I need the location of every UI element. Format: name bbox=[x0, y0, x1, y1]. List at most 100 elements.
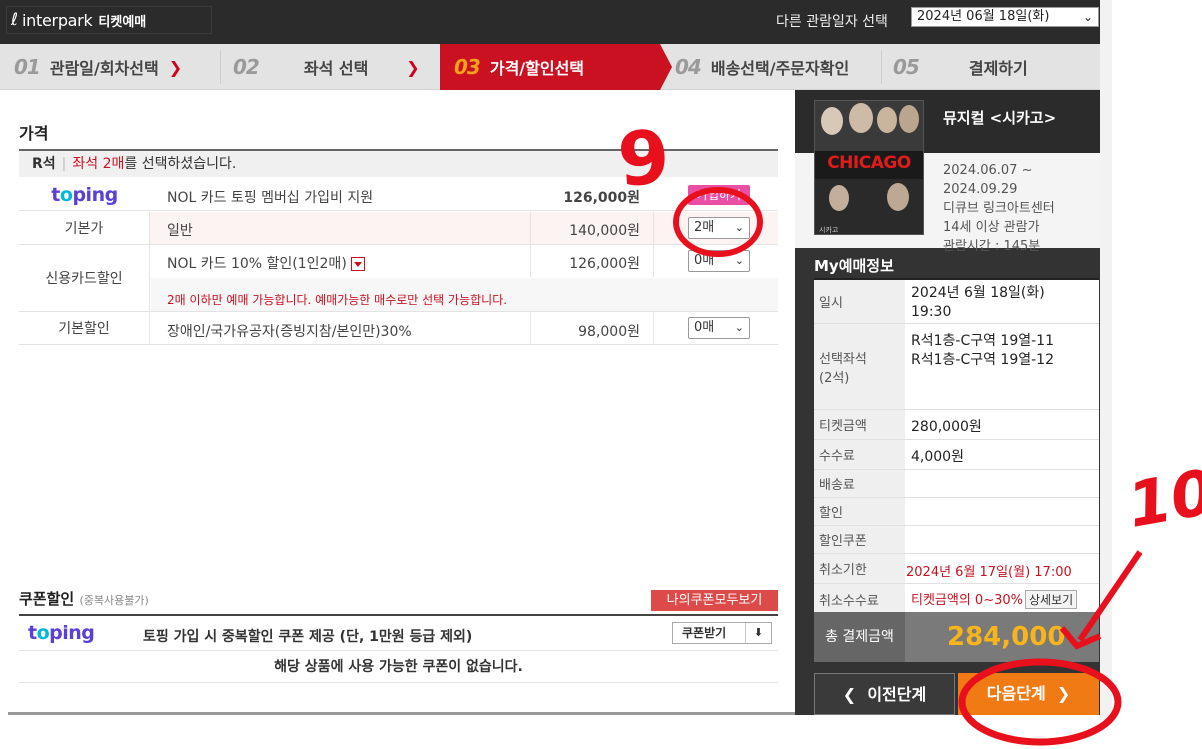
cancel-deadline: 2024년 6월 17일(월) 17:00 bbox=[906, 565, 1072, 580]
poster-subtitle: 시카고 bbox=[819, 226, 839, 234]
price-section-title: 가격 bbox=[19, 124, 49, 143]
step-5[interactable]: 05 결제하기 bbox=[893, 44, 1098, 90]
chevron-right-icon: ❯ bbox=[406, 57, 420, 77]
cancel-fee-row: 취소수수료 티켓금액의 0~30% 상세보기 bbox=[814, 584, 1099, 614]
step-4-number: 04 bbox=[675, 55, 702, 79]
interpark-logo-mark: ℓ bbox=[11, 10, 19, 30]
price-row-toping: toping NOL 카드 토핑 멤버십 가입비 지원 126,000원 가입하… bbox=[19, 179, 778, 211]
toping-row-amount: 126,000원 bbox=[563, 190, 640, 206]
total-amount: 284,000 bbox=[905, 612, 1099, 662]
chevron-down-icon: ⌄ bbox=[734, 321, 744, 334]
basic-category: 기본가 bbox=[19, 212, 150, 244]
interpark-logo[interactable]: ℓ interpark 티켓예매 bbox=[6, 6, 212, 34]
seat-grade: R석 bbox=[32, 156, 56, 172]
step-3-number: 03 bbox=[454, 55, 481, 79]
chevron-right-icon: ❯ bbox=[168, 57, 183, 77]
chevron-right-icon: ❯ bbox=[1056, 684, 1071, 703]
step-1-number: 01 bbox=[14, 55, 41, 79]
show-poster: CHICAGO 시카고 bbox=[814, 100, 924, 235]
my-booking-title: My예매정보 bbox=[814, 257, 894, 275]
price-row-card: 신용카드할인 NOL 카드 10% 할인(1인2매) 126,000원 0매 ⌄ … bbox=[19, 245, 778, 312]
booking-date-row: 일시 2024년 6월 18일(화) 19:30 bbox=[814, 280, 1099, 324]
service-name: 티켓예매 bbox=[98, 14, 147, 30]
discount-row-name: 장애인/국가유공자(증빙지참/본인만)30% bbox=[167, 324, 412, 340]
discount-category: 기본할인 bbox=[19, 312, 150, 344]
my-coupons-button[interactable]: 나의쿠폰모두보기 bbox=[651, 590, 778, 611]
chevron-down-icon: ⌄ bbox=[1082, 10, 1093, 24]
previous-step-button[interactable]: ❮ 이전단계 bbox=[814, 673, 955, 715]
card-qty-select[interactable]: 0매 ⌄ bbox=[688, 250, 750, 272]
step-navigation: 01 관람일/회차선택 ❯ 02 좌석 선택 ❯ 03 가격/할인선택 04 배… bbox=[0, 44, 1100, 90]
shipping-row: 배송료 bbox=[814, 470, 1099, 498]
seat-count: 좌석 2매 bbox=[72, 156, 125, 172]
brand-name: interpark bbox=[22, 10, 93, 30]
step-5-number: 05 bbox=[893, 55, 920, 79]
step-2-number: 02 bbox=[233, 55, 260, 79]
discount-qty-value: 0매 bbox=[694, 320, 715, 335]
seat-2: R석1층-C구역 19열-12 bbox=[911, 352, 1054, 368]
cancel-fee: 티켓금액의 0~30% bbox=[911, 593, 1023, 608]
dropdown-toggle-icon[interactable] bbox=[350, 257, 365, 271]
date-select[interactable]: 2024년 06월 18일(화) ⌄ bbox=[911, 7, 1099, 27]
step-4-label: 배송선택/주문자확인 bbox=[710, 59, 850, 78]
toping-row-name: NOL 카드 토핑 멤버십 가입비 지원 bbox=[167, 190, 374, 206]
date-select-value: 2024년 06월 18일(화) bbox=[917, 9, 1050, 24]
next-step-button[interactable]: 다음단계 ❯ bbox=[958, 673, 1099, 715]
booking-date: 2024년 6월 18일(화) bbox=[911, 285, 1045, 301]
booking-time: 19:30 bbox=[911, 304, 952, 320]
step-2[interactable]: 02 좌석 선택 ❯ bbox=[233, 44, 438, 90]
seat-message: 를 선택하셨습니다. bbox=[124, 156, 237, 172]
price-row-discount: 기본할인 장애인/국가유공자(증빙지참/본인만)30% 98,000원 0매 ⌄ bbox=[19, 312, 778, 345]
horizontal-scrollbar[interactable] bbox=[8, 712, 795, 715]
discount-row: 할인 bbox=[814, 498, 1099, 526]
chevron-down-icon: ⌄ bbox=[734, 254, 744, 267]
show-title: 뮤지컬 <시카고> bbox=[943, 109, 1057, 127]
coupon-subtitle: (중복사용불가) bbox=[79, 594, 149, 607]
price-row-basic: 기본가 일반 140,000원 2매 ⌄ bbox=[19, 212, 778, 245]
coupon-description: 토핑 가입 시 중복할인 쿠폰 제공 (단, 1만원 등급 제외) bbox=[143, 629, 473, 645]
toping-logo: toping bbox=[28, 622, 95, 644]
step-2-label: 좌석 선택 bbox=[303, 59, 369, 78]
card-qty-value: 0매 bbox=[694, 253, 715, 268]
show-period-end: 2024.09.29 bbox=[943, 182, 1018, 197]
poster-title: CHICAGO bbox=[827, 153, 911, 173]
booking-seat-row: 선택좌석 (2석) R석1층-C구역 19열-11 R석1층-C구역 19열-1… bbox=[814, 324, 1099, 410]
show-period-start: 2024.06.07 ~ bbox=[943, 163, 1033, 178]
step-3-active[interactable]: 03 가격/할인선택 bbox=[440, 44, 660, 90]
toping-logo: toping bbox=[51, 183, 118, 206]
cancel-fee-detail-button[interactable]: 상세보기 bbox=[1025, 590, 1078, 609]
card-row-name: NOL 카드 10% 할인(1인2매) bbox=[167, 253, 365, 273]
card-row-amount: 126,000원 bbox=[569, 256, 640, 272]
ticket-amount-row: 티켓금액 280,000원 bbox=[814, 410, 1099, 440]
top-bar: ℓ interpark 티켓예매 다른 관람일자 선택 2024년 06월 18… bbox=[0, 0, 1100, 44]
seat-1: R석1층-C구역 19열-11 bbox=[911, 333, 1054, 349]
fee-row: 수수료 4,000원 bbox=[814, 440, 1099, 470]
date-select-label: 다른 관람일자 선택 bbox=[776, 14, 888, 30]
discount-qty-select[interactable]: 0매 ⌄ bbox=[688, 317, 750, 339]
step-divider bbox=[220, 50, 221, 84]
get-coupon-button[interactable]: 쿠폰받기 ⬇ bbox=[672, 622, 772, 644]
show-info: 2024.06.07 ~ 2024.09.29 디큐브 링크아트센터 14세 이… bbox=[943, 161, 1055, 256]
step-3-label: 가격/할인선택 bbox=[489, 59, 585, 78]
show-age: 14세 이상 관람가 bbox=[943, 220, 1040, 235]
my-booking-table: 일시 2024년 6월 18일(화) 19:30 선택좌석 (2석) R석1층-… bbox=[814, 278, 1099, 614]
vertical-scrollbar[interactable] bbox=[1100, 0, 1112, 720]
step-divider bbox=[881, 50, 882, 84]
price-panel: 가격 R석 | 좌석 2매를 선택하셨습니다. toping NOL 카드 토핑 멤… bbox=[0, 90, 795, 715]
basic-qty-select[interactable]: 2매 ⌄ bbox=[688, 217, 750, 239]
basic-qty-value: 2매 bbox=[694, 220, 715, 235]
step-1[interactable]: 01 관람일/회차선택 ❯ bbox=[14, 44, 219, 90]
toping-join-button[interactable]: 가입하기 bbox=[688, 185, 750, 205]
total-label: 총 결제금액 bbox=[814, 612, 905, 662]
step-5-label: 결제하기 bbox=[968, 59, 1028, 78]
step-4[interactable]: 04 배송선택/주문자확인 bbox=[675, 44, 880, 90]
annotation-number-10: 10 bbox=[1122, 455, 1202, 542]
total-payment: 총 결제금액 284,000 bbox=[814, 612, 1099, 662]
discount-row-amount: 98,000원 bbox=[578, 324, 640, 340]
cancel-deadline-row: 취소기한 2024년 6월 17일(월) 17:00 bbox=[814, 554, 1099, 584]
active-step-pointer bbox=[660, 44, 672, 90]
basic-row-amount: 140,000원 bbox=[569, 223, 640, 239]
show-venue: 디큐브 링크아트센터 bbox=[943, 201, 1055, 216]
download-icon: ⬇ bbox=[745, 623, 771, 643]
chevron-left-icon: ❮ bbox=[842, 685, 857, 704]
